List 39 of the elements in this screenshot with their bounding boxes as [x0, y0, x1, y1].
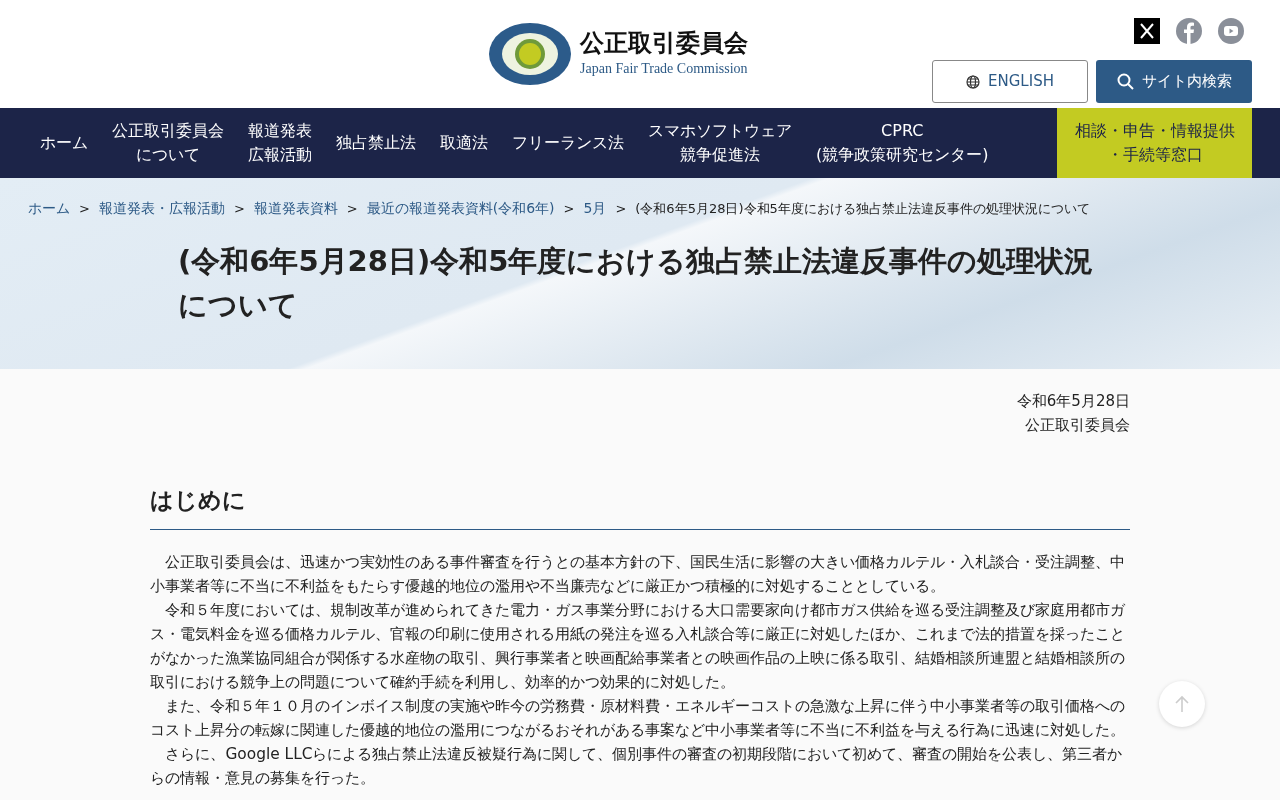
- site-title: 公正取引委員会: [580, 29, 748, 58]
- search-button[interactable]: サイト内検索: [1096, 60, 1252, 103]
- breadcrumb-separator: >: [563, 199, 575, 218]
- breadcrumb-separator: >: [233, 199, 245, 218]
- x-icon[interactable]: [1134, 18, 1160, 44]
- breadcrumb-link[interactable]: 最近の報道発表資料(令和6年): [366, 198, 555, 219]
- body-paragraph: さらに、Google LLCらによる独占禁止法違反被疑行為に関して、個別事件の審査の初期段階において初めて、審査の開始を公表し、第三者からの情報・意見の募集を行った。: [150, 743, 1124, 789]
- nav-link-item[interactable]: ホーム: [28, 108, 100, 178]
- breadcrumb-separator: >: [79, 199, 90, 218]
- page-title: (令和6年5月28日)令和5年度における独占禁止法違反事件の処理状況について: [178, 243, 1095, 324]
- search-icon: [1116, 73, 1134, 90]
- breadcrumb-link[interactable]: 報道発表資料: [253, 198, 338, 219]
- nav-link-item[interactable]: スマホソフトウェア 競争促進法: [636, 108, 804, 178]
- breadcrumb-link[interactable]: 報道発表・広報活動: [98, 198, 225, 219]
- nav-link-item[interactable]: 独占禁止法: [324, 108, 428, 178]
- breadcrumb-link[interactable]: 5月: [583, 198, 607, 219]
- body-paragraph: 令和５年度においては、規制改革が進められてきた電力・ガス事業分野における大口需要家向け都市ガス供給を巡る受注調整及び家庭用都市ガス・電気料金を巡る価格カルテル、官報の印刷に使用される用紙の発注を巡る入札談合等に厳正に対処したほか、これまで法的措置を採ったことがなかった漁業協同組合が関係する水産物の取引、興行事業者と映画配給事業者との映画作品の上映に係る取引、結婚相談所連盟と結婚相談所の取引における競争上の問題について確約手続を利用し、効率的かつ効果的に対処した。: [150, 599, 1127, 693]
- body-paragraph: 公正取引委員会は、迅速かつ実効性のある事件審査を行うとの基本方針の下、国民生活に影響の大きい価格カルテル・入札談合・受注調整、中小事業者等に不当に不利益をもたらす優越的地位の濫用や不当廉売などに厳正かつ積極的に対処することとしている。: [150, 551, 1127, 597]
- breadcrumb-separator: >: [615, 199, 627, 218]
- nav-link-item[interactable]: フリーランス法: [500, 108, 636, 178]
- logo-icon: [488, 22, 572, 86]
- arrow-up-icon: [1174, 695, 1190, 713]
- issuer-text: 公正取引委員会: [1024, 415, 1130, 436]
- video-play-icon[interactable]: [1218, 18, 1244, 44]
- breadcrumb-separator: >: [346, 199, 358, 218]
- nav-link-item[interactable]: 公正取引委員会 について: [100, 108, 236, 178]
- nav-link-item[interactable]: 報道発表 広報活動: [236, 108, 324, 178]
- globe-icon: [966, 74, 981, 89]
- site-subtitle: Japan Fair Trade Commission: [580, 59, 748, 78]
- nav-link-item[interactable]: 相談・申告・情報提供 ・手続等窓口: [1057, 108, 1252, 178]
- facebook-icon[interactable]: [1176, 18, 1202, 44]
- date-text: 令和6年5月28日: [1015, 391, 1130, 412]
- breadcrumb-current: (令和6年5月28日)令和5年度における独占禁止法違反事件の処理状況について: [635, 199, 1090, 218]
- breadcrumb-link[interactable]: ホーム: [28, 198, 70, 219]
- body-paragraph: また、令和５年１０月のインボイス制度の実施や昨今の労務費・原材料費・エネルギーコストの急激な上昇に伴う中小事業者等の取引価格へのコスト上昇分の転嫁に関連した優越的地位の濫用につながるおそれがある事案など中小事業者等に不当に不利益を与える行為に迅速に対処した。: [150, 695, 1127, 741]
- nav-link-item[interactable]: CPRC (競争政策研究センター): [804, 108, 1001, 178]
- nav-link-item[interactable]: 取適法: [428, 108, 500, 178]
- english-button[interactable]: ENGLISH: [932, 60, 1088, 103]
- section-heading: はじめに: [150, 487, 1130, 530]
